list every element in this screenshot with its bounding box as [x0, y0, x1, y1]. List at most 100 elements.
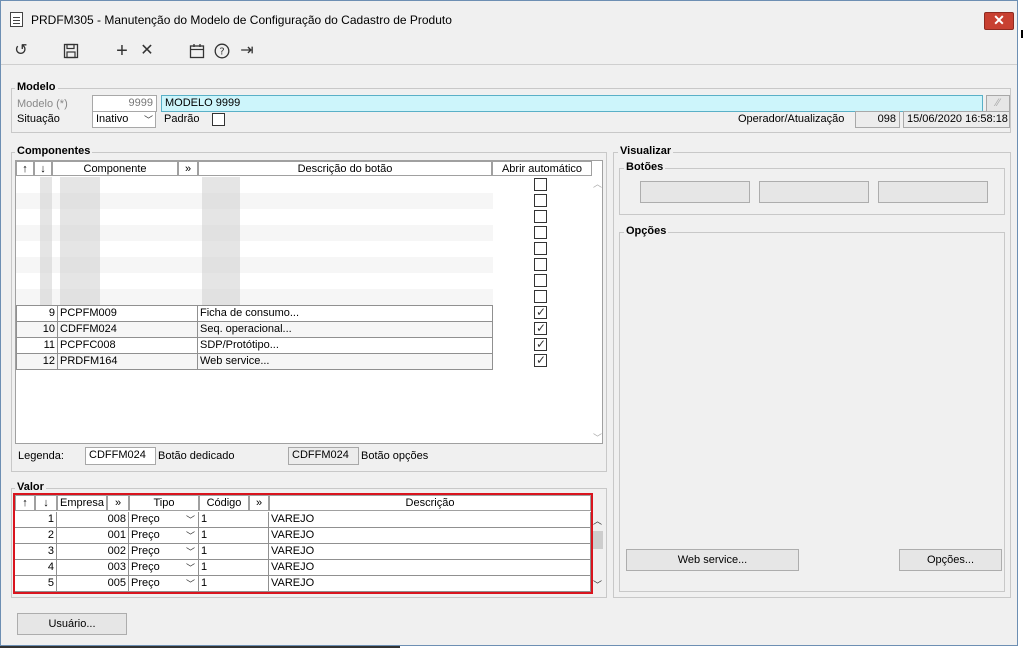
scroll-up-icon[interactable]: ︿: [593, 514, 602, 527]
abrir-checkbox[interactable]: [534, 178, 547, 191]
usuario-button[interactable]: Usuário...: [17, 613, 127, 635]
webservice-button[interactable]: Web service...: [626, 549, 799, 571]
operador-field: 098: [855, 111, 900, 128]
situacao-value: Inativo: [96, 113, 129, 125]
add-icon[interactable]: +: [112, 41, 132, 61]
tipo-select[interactable]: Preço ﹀: [129, 560, 199, 576]
sort-up-icon[interactable]: ↑: [16, 161, 34, 176]
expand-column-icon[interactable]: »: [249, 495, 269, 511]
botoes-group-label: Botões: [624, 161, 666, 173]
document-icon: [10, 12, 23, 27]
componentes-rows: 9 PCPFM009 Ficha de consumo... 10 CDFFM0…: [16, 305, 493, 370]
sort-down-icon[interactable]: ↓: [35, 495, 57, 511]
codigo-column-header[interactable]: Código: [199, 495, 249, 511]
chevron-down-icon: ﹀: [185, 563, 195, 573]
descricao-column-header[interactable]: Descrição: [269, 495, 591, 511]
toolbar-separator: [1, 64, 1017, 65]
modelo-label: Modelo (*): [17, 98, 68, 110]
abrir-checkbox[interactable]: [534, 226, 547, 239]
scroll-down-icon[interactable]: ﹀: [593, 578, 602, 591]
table-row[interactable]: 5 005 Preço ﹀ 1 VAREJO: [15, 576, 591, 592]
title-bar: PRDFM305 - Manutenção do Modelo de Confi…: [1, 1, 1017, 32]
help-icon[interactable]: ?: [212, 41, 232, 61]
situacao-label: Situação: [17, 113, 60, 125]
legenda-dedicado-label: Botão dedicado: [158, 450, 235, 462]
componentes-scrollbar[interactable]: ︿ ﹀: [593, 177, 603, 443]
delete-icon[interactable]: ✕: [137, 41, 157, 61]
tipo-select[interactable]: Preço ﹀: [129, 512, 199, 528]
abrir-checkbox[interactable]: [534, 194, 547, 207]
table-row[interactable]: 3 002 Preço ﹀ 1 VAREJO: [15, 544, 591, 560]
desktop-edge-mark: [1021, 30, 1023, 38]
legenda-opcoes-label: Botão opções: [361, 450, 429, 462]
scroll-thumb[interactable]: [593, 531, 603, 549]
table-row[interactable]: 11 PCPFC008 SDP/Protótipo...: [16, 338, 493, 354]
application-window: PRDFM305 - Manutenção do Modelo de Confi…: [0, 0, 1018, 646]
descricao-column-header[interactable]: Descrição do botão: [198, 161, 492, 176]
table-row[interactable]: 2 001 Preço ﹀ 1 VAREJO: [15, 528, 591, 544]
scroll-up-icon[interactable]: ︿: [593, 177, 602, 190]
modelo-code-field[interactable]: 9999: [92, 95, 157, 112]
chevron-down-icon: ﹀: [185, 547, 195, 557]
save-icon[interactable]: [61, 41, 81, 61]
tipo-select[interactable]: Preço ﹀: [129, 576, 199, 592]
table-row[interactable]: 1 008 Preço ﹀ 1 VAREJO: [15, 512, 591, 528]
situacao-select[interactable]: Inativo ﹀: [92, 111, 156, 128]
table-row[interactable]: 12 PRDFM164 Web service...: [16, 354, 493, 370]
valor-rows: 1 008 Preço ﹀ 1 VAREJO 2 001 Preço ﹀ 1 VAR…: [15, 512, 591, 592]
table-row[interactable]: 9 PCPFM009 Ficha de consumo...: [16, 306, 493, 322]
componentes-group-label: Componentes: [15, 145, 93, 157]
abrir-checkbox[interactable]: [534, 210, 547, 223]
blurred-rows: [16, 177, 493, 305]
exit-icon[interactable]: ⇥: [237, 41, 257, 61]
valor-group-label: Valor: [15, 481, 46, 493]
opcoes-button[interactable]: Opções...: [899, 549, 1002, 571]
expand-column-icon[interactable]: »: [107, 495, 129, 511]
abrir-checkbox-checked[interactable]: [534, 321, 547, 335]
chevron-down-icon: ﹀: [185, 531, 195, 541]
padrao-checkbox[interactable]: [212, 113, 225, 126]
sort-up-icon[interactable]: ↑: [15, 495, 35, 511]
legenda-label: Legenda:: [18, 450, 64, 462]
valor-scrollbar[interactable]: ︿ ﹀: [592, 512, 604, 592]
preview-button-3[interactable]: [878, 181, 988, 203]
modelo-lookup-button[interactable]: ⁄⁄: [986, 95, 1010, 112]
desktop-taskbar-edge: [0, 646, 400, 648]
undo-icon[interactable]: ↺: [11, 41, 31, 61]
abrir-checkbox-checked[interactable]: [534, 337, 547, 351]
tipo-select[interactable]: Preço ﹀: [129, 544, 199, 560]
legenda-opcoes-field[interactable]: CDFFM024: [288, 447, 359, 465]
padrao-label: Padrão: [164, 113, 200, 125]
abrir-checkbox[interactable]: [534, 258, 547, 271]
legenda-dedicado-field[interactable]: CDFFM024: [85, 447, 156, 465]
scroll-down-icon[interactable]: ﹀: [593, 431, 602, 444]
abrir-checkbox[interactable]: [534, 290, 547, 303]
preview-button-1[interactable]: [640, 181, 750, 203]
modelo-name-field[interactable]: MODELO 9999: [161, 95, 983, 112]
table-row[interactable]: 10 CDFFM024 Seq. operacional...: [16, 322, 493, 338]
table-row[interactable]: 4 003 Preço ﹀ 1 VAREJO: [15, 560, 591, 576]
componente-column-header[interactable]: Componente: [52, 161, 178, 176]
chevron-down-icon: ﹀: [185, 515, 195, 525]
close-button[interactable]: ✕: [984, 12, 1014, 30]
opcoes-group: [619, 232, 1005, 592]
toolbar: ↺ + ✕ ? ⇥: [1, 34, 1017, 64]
abrir-checkbox[interactable]: [534, 242, 547, 255]
tipo-column-header[interactable]: Tipo: [129, 495, 199, 511]
operador-label: Operador/Atualização: [738, 113, 845, 125]
componentes-table: ↑ ↓ Componente » Descrição do botão Abri…: [15, 160, 603, 444]
preview-button-2[interactable]: [759, 181, 869, 203]
tipo-select[interactable]: Preço ﹀: [129, 528, 199, 544]
atualizacao-field: 15/06/2020 16:58:18: [903, 111, 1010, 128]
empresa-column-header[interactable]: Empresa: [57, 495, 107, 511]
sort-down-icon[interactable]: ↓: [34, 161, 52, 176]
abrir-checkbox-checked[interactable]: [534, 305, 547, 319]
abrir-checkbox[interactable]: [534, 274, 547, 287]
opcoes-group-label: Opções: [624, 225, 669, 237]
abrir-column-header[interactable]: Abrir automático: [492, 161, 592, 176]
abrir-checkbox-checked[interactable]: [534, 353, 547, 367]
chevron-down-icon: ﹀: [185, 579, 195, 589]
expand-column-icon[interactable]: »: [178, 161, 198, 176]
calendar-icon[interactable]: [187, 41, 207, 61]
window-title: PRDFM305 - Manutenção do Modelo de Confi…: [31, 13, 452, 27]
